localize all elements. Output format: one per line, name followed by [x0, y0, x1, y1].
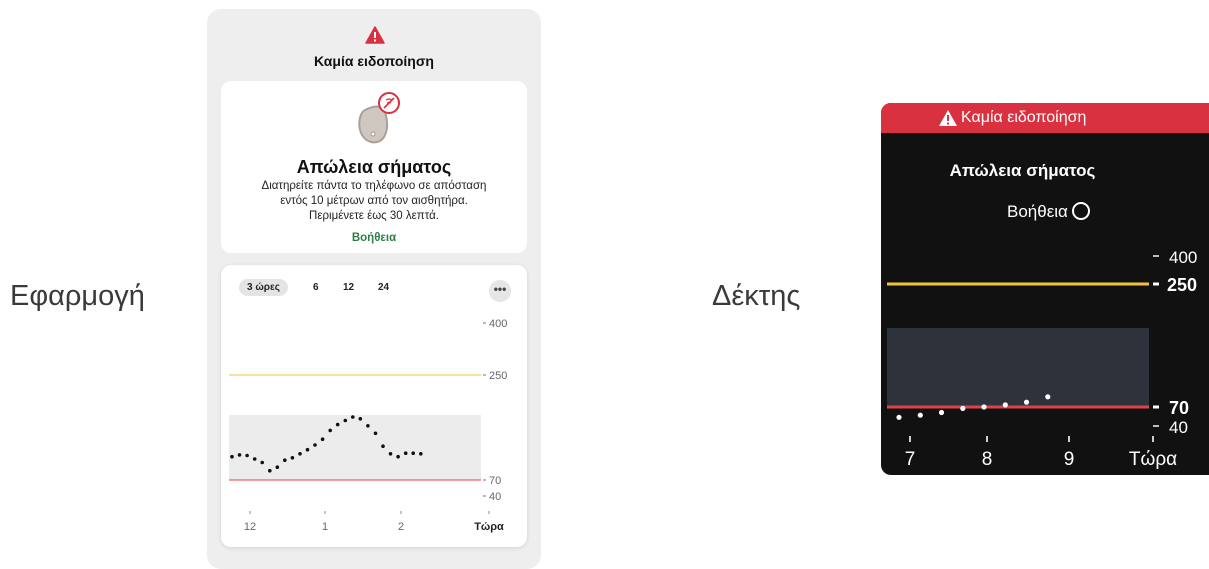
glucose-point — [298, 452, 302, 456]
glucose-point — [268, 468, 272, 473]
x-tick-label: Τώρα — [474, 521, 504, 533]
glucose-point — [411, 451, 415, 455]
glucose-point — [275, 465, 280, 469]
x-tick-label: Τώρα — [1129, 449, 1177, 470]
glucose-point — [403, 451, 408, 455]
glucose-point — [351, 415, 355, 419]
glucose-point — [245, 453, 249, 458]
app-glucose-chart: 400 250 70 40 12 1 2 Τώρα — [229, 318, 507, 533]
x-tick-label: 8 — [982, 449, 993, 470]
y-tick-label: 400 — [1169, 248, 1197, 267]
glucose-point — [981, 404, 987, 410]
receiver-label: Δέκτης — [712, 280, 801, 312]
glucose-point — [358, 417, 363, 421]
glucose-point — [396, 454, 400, 459]
glucose-point — [237, 453, 242, 457]
glucose-point — [320, 437, 325, 441]
target-range-band — [887, 328, 1149, 408]
card-body-line: εντός 10 μέτρων από τον αισθητήρα. — [280, 195, 468, 207]
x-tick-label: 2 — [398, 521, 404, 533]
glucose-point — [917, 412, 923, 418]
glucose-chart-card: 3 ώρες 6 12 24 ••• 400 250 70 40 12 1 2 — [221, 265, 527, 547]
help-link[interactable]: Βοήθεια — [221, 232, 527, 244]
glucose-point — [290, 456, 295, 460]
y-tick-label: 70 — [1169, 398, 1189, 418]
alert-title: Καμία ειδοποίηση — [314, 53, 434, 69]
glucose-point — [305, 447, 310, 452]
y-tick-label: 250 — [489, 370, 507, 382]
glucose-point — [938, 409, 945, 416]
glucose-point — [388, 452, 393, 456]
card-body: Διατηρείτε πάντα το τηλέφωνο σε απόσταση… — [221, 179, 527, 224]
card-title: Απώλεια σήματος — [296, 157, 452, 177]
x-tick-label: 7 — [905, 449, 916, 470]
app-screen: Καμία ειδοποίηση Απώλεια σήματος Διατηρε… — [207, 9, 541, 569]
glucose-point — [373, 431, 378, 436]
warning-icon — [365, 26, 385, 44]
y-tick-label: 400 — [489, 318, 507, 330]
glucose-point — [335, 422, 340, 427]
target-range-band — [229, 415, 481, 480]
glucose-point — [419, 452, 423, 456]
receiver-glucose-chart: 400 250 70 40 7 8 9 Τώρα — [887, 248, 1197, 470]
glucose-point — [252, 457, 257, 461]
y-tick-label: 70 — [489, 475, 501, 487]
glucose-point — [260, 460, 264, 465]
glucose-point — [896, 414, 902, 420]
glucose-point — [381, 444, 385, 448]
glucose-point — [313, 443, 317, 447]
glucose-point — [1045, 394, 1051, 400]
receiver-screen: Καμία ειδοποίηση Απώλεια σήματος Βοήθεια… — [881, 103, 1209, 475]
app-label: Εφαρμογή — [10, 280, 145, 312]
glucose-point — [343, 418, 348, 423]
sensor-icon — [358, 92, 400, 144]
x-tick-label: 12 — [244, 521, 256, 533]
x-tick-label: 1 — [322, 521, 328, 533]
glucose-point — [283, 458, 287, 462]
glucose-point — [366, 424, 370, 428]
glucose-point — [1023, 399, 1030, 405]
x-tick-label: 9 — [1064, 449, 1075, 470]
glucose-point — [960, 405, 966, 411]
signal-loss-card: Απώλεια σήματος Διατηρείτε πάντα το τηλέ… — [221, 81, 527, 253]
card-body-line: Περιμένετε έως 30 λεπτά. — [309, 210, 439, 222]
card-body-line: Διατηρείτε πάντα το τηλέφωνο σε απόσταση — [261, 180, 487, 192]
glucose-point — [328, 428, 332, 433]
y-tick-label: 40 — [489, 491, 501, 503]
y-tick-label: 250 — [1167, 275, 1197, 295]
y-tick-label: 40 — [1169, 418, 1188, 437]
glucose-point — [230, 454, 234, 459]
glucose-point — [1002, 402, 1008, 408]
